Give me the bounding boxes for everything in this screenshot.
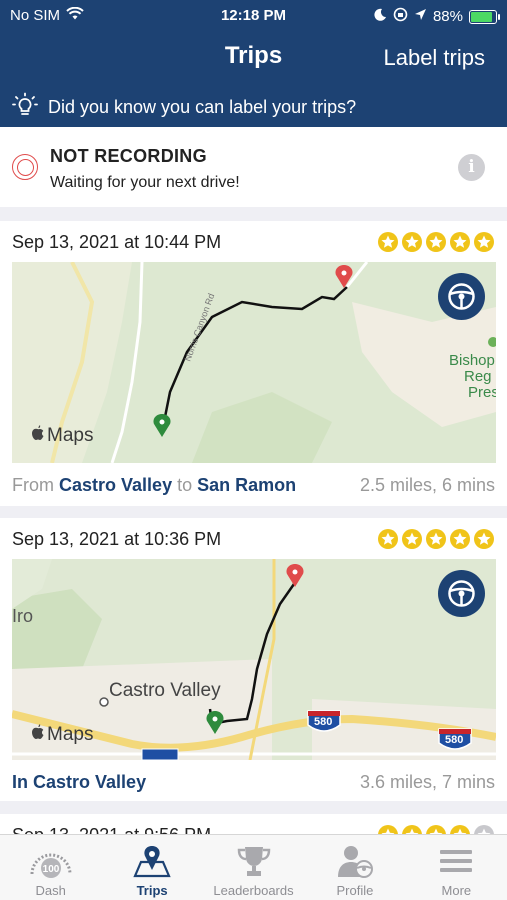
battery-icon [469,9,500,24]
tab-label: Profile [336,883,374,898]
tab-bar: 100 Dash Trips Leaderboards Profile More [0,834,507,900]
svg-text:100: 100 [42,864,59,875]
star-icon [474,232,494,252]
speedometer-icon: 100 [0,843,101,879]
label-trips-button[interactable]: Label trips [383,45,485,71]
steering-wheel-icon [448,283,475,310]
steering-wheel-button[interactable] [438,273,485,320]
trip-stats: 2.5 miles, 6 mins [359,475,495,495]
in-prefix: In [12,772,28,792]
star-icon [426,232,446,252]
map-label: Iro [12,606,34,626]
tab-label: Trips [136,883,168,898]
map-pin-icon [101,843,202,879]
maps-attribution: Maps [30,723,93,746]
moon-icon [374,8,387,25]
star-icon [426,529,446,549]
tab-label: More [441,883,472,898]
star-icon [378,529,398,549]
trip-map[interactable]: Castro Valley Iro 580 580 Maps [12,559,496,760]
star-icon [378,232,398,252]
star-icon [402,529,422,549]
maps-attribution: Maps [30,424,93,447]
recording-title: NOT RECORDING [50,146,207,166]
origin-link[interactable]: Castro Valley [59,475,172,495]
map-label: Castro Valley [109,680,221,701]
recording-status-panel: NOT RECORDING Waiting for your next driv… [0,127,507,207]
apple-logo-icon [30,723,45,746]
profile-steering-icon [304,843,405,879]
rotation-lock-icon [393,7,408,26]
highway-label: 580 [445,734,464,746]
trip-date: Sep 13, 2021 at 10:36 PM [12,529,222,549]
tab-label: Leaderboards [213,883,294,898]
trip-card[interactable]: Sep 13, 2021 at 10:36 PM Castro Valley I… [0,518,507,801]
location-arrow-icon [414,8,427,25]
to-word: to [177,475,193,495]
tip-text: Did you know you can label your trips? [48,97,357,117]
tip-banner[interactable]: Did you know you can label your trips? [12,92,356,123]
map-label: Reg [464,368,492,385]
steering-wheel-button[interactable] [438,570,485,617]
star-icon [474,529,494,549]
tab-profile[interactable]: Profile [304,835,405,900]
trip-card[interactable]: Sep 13, 2021 at 10:44 PM Norris Canyon R… [0,221,507,506]
map-label: Bishop [449,352,495,369]
tab-label: Dash [35,883,66,898]
lightbulb-icon [12,92,38,123]
trip-rating [378,529,494,549]
trip-date: Sep 13, 2021 at 10:44 PM [12,232,222,252]
trip-route: From Castro Valley to San Ramon [12,475,296,496]
tab-more[interactable]: More [406,835,507,900]
map-label: Pres [468,384,496,401]
tab-trips[interactable]: Trips [101,835,202,900]
highway-label: 580 [314,716,333,728]
info-icon[interactable]: i [458,154,485,181]
trip-rating [378,232,494,252]
maps-attribution-text: Maps [47,424,94,446]
battery-percent: 88% [432,8,463,25]
destination-link[interactable]: San Ramon [197,475,296,495]
trophy-icon [203,843,304,879]
location-link[interactable]: Castro Valley [33,772,146,792]
steering-wheel-icon [448,580,475,607]
menu-icon [406,843,507,879]
star-icon [450,232,470,252]
tab-leaderboards[interactable]: Leaderboards [203,835,304,900]
record-icon [12,154,38,180]
maps-attribution-text: Maps [47,723,94,745]
trip-map[interactable]: Norris Canyon Rd Bishop Reg Pres Maps [12,262,496,463]
status-bar: No SIM 12:18 PM 88% [0,0,507,32]
star-icon [402,232,422,252]
trip-stats: 3.6 miles, 7 mins [359,772,495,792]
tab-dash[interactable]: 100 Dash [0,835,101,900]
trip-route: In Castro Valley [12,772,146,793]
apple-logo-icon [30,424,45,447]
from-prefix: From [12,475,54,495]
star-icon [450,529,470,549]
header: No SIM 12:18 PM 88% Trips Label trips Di… [0,0,507,127]
recording-subtitle: Waiting for your next drive! [50,174,240,191]
